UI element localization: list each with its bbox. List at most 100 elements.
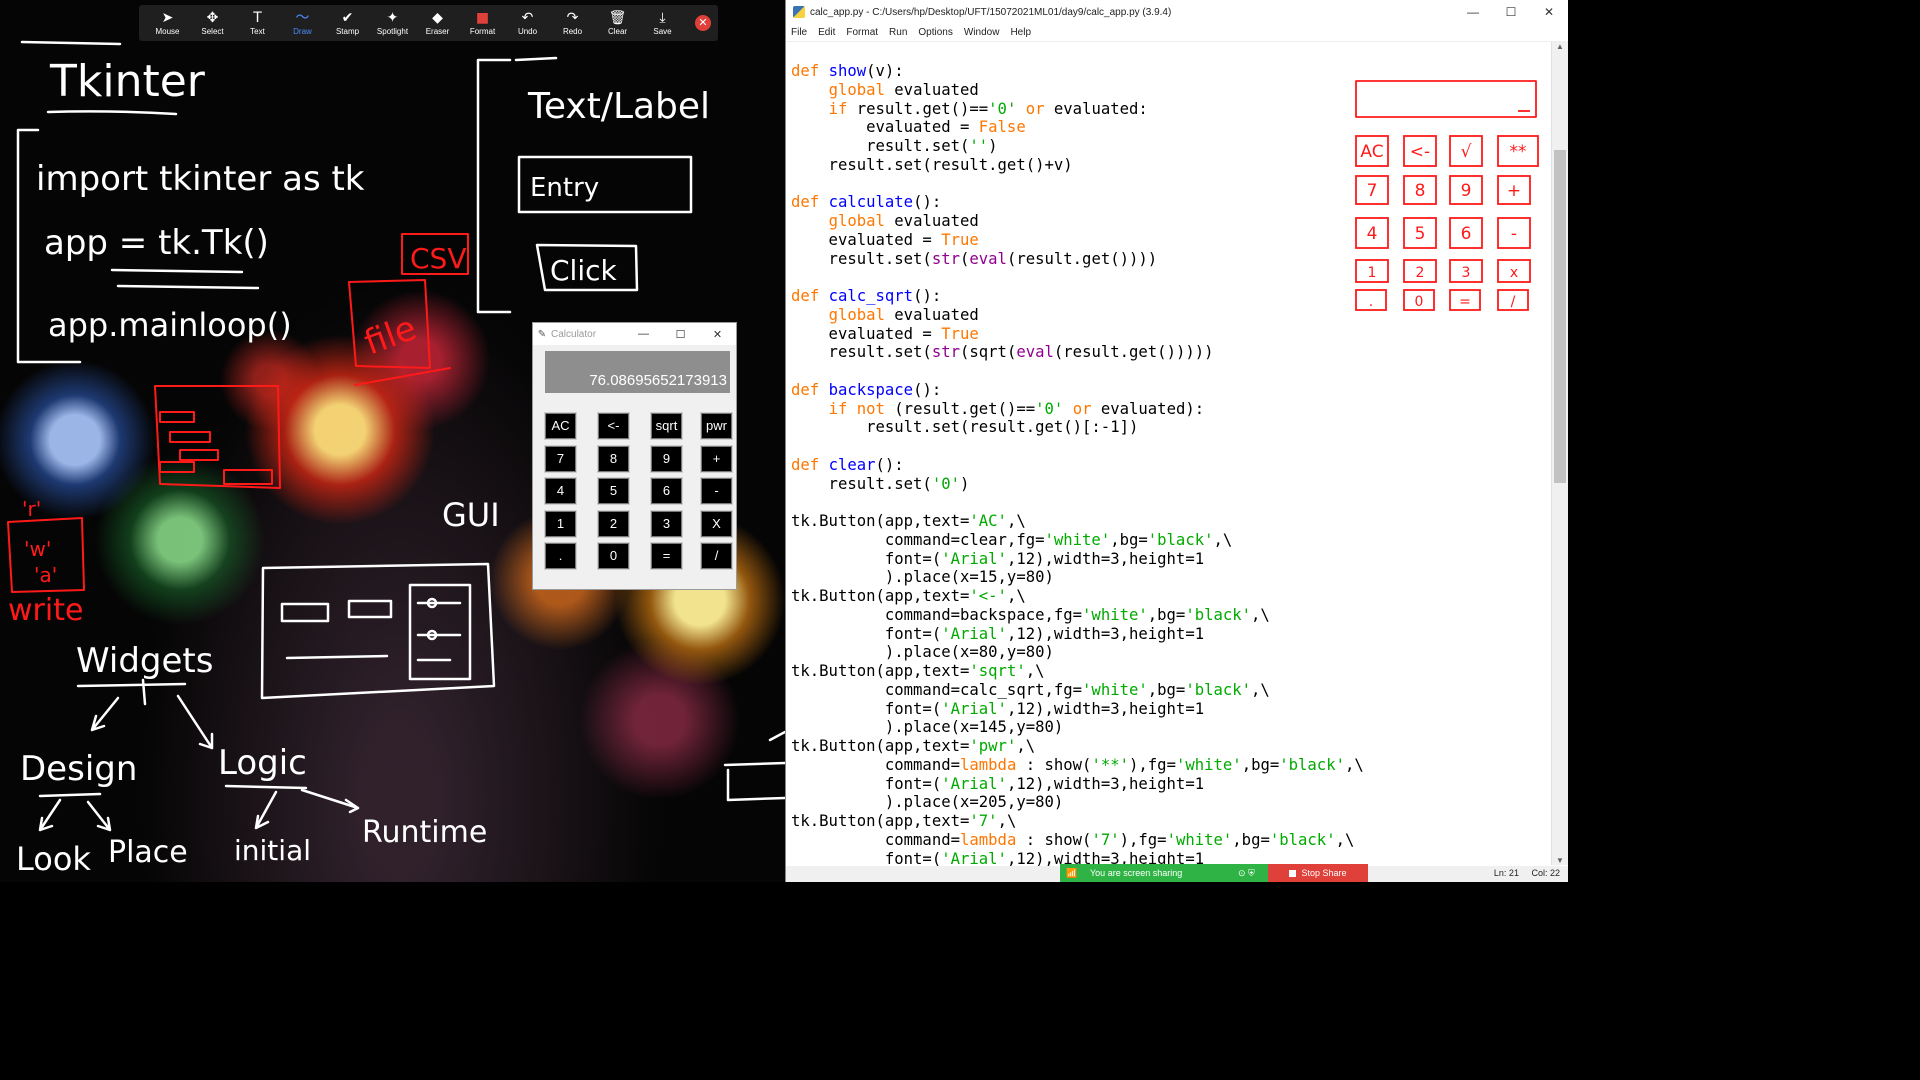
scroll-up-icon[interactable]: ▲ <box>1552 42 1568 51</box>
code-token: def <box>791 287 829 305</box>
calc-key-2-0[interactable]: 4 <box>544 477 577 506</box>
stop-share-button[interactable]: Stop Share <box>1268 864 1368 882</box>
calc-key-1-0[interactable]: 7 <box>544 444 577 473</box>
code-token: 'black' <box>1147 530 1214 549</box>
calc-key-4-1[interactable]: 0 <box>597 542 630 571</box>
code-token: ,bg= <box>1110 530 1148 549</box>
sketch-key-label: √ <box>1461 142 1472 162</box>
sharing-indicator[interactable]: 📶 You are screen sharing ⊙ ⛨ <box>1060 864 1268 882</box>
code-token: command= <box>791 755 960 774</box>
calc-key-0-1[interactable]: <- <box>597 412 630 440</box>
idle-titlebar[interactable]: calc_app.py - C:/Users/hp/Desktop/UFT/15… <box>786 0 1568 24</box>
calc-key-0-3[interactable]: pwr <box>700 412 733 440</box>
calculator-window[interactable]: ✎ Calculator — ☐ ✕ 76.08695652173913 AC <… <box>532 322 737 590</box>
close-button[interactable]: ✕ <box>699 328 736 341</box>
look-note: Look <box>16 840 91 878</box>
vertical-scrollbar[interactable]: ▲ ▼ <box>1551 42 1568 865</box>
code-token: : show( <box>1016 830 1092 849</box>
calc-key-3-2[interactable]: 3 <box>650 509 683 538</box>
toolbar-draw-button[interactable]: 〜 Draw <box>280 5 325 41</box>
menu-options[interactable]: Options <box>918 24 952 41</box>
text-label-note: Text/Label <box>527 86 710 127</box>
toolbar-label: Mouse <box>155 27 180 36</box>
text-icon: T <box>253 10 262 26</box>
code-token: result.set( <box>791 343 932 362</box>
save-icon: ⤓ <box>659 10 666 26</box>
toolbar-eraser-button[interactable]: ◆ Eraser <box>415 5 460 41</box>
maximize-button[interactable]: ☐ <box>662 328 699 341</box>
code-token: font=( <box>791 549 942 568</box>
code-token: calc_sqrt <box>828 287 914 305</box>
menu-file[interactable]: File <box>791 24 807 41</box>
code-line: tk.Button(app,text='7',\ <box>791 812 1551 831</box>
sketch-key-label: 0 <box>1415 294 1424 310</box>
spotlight-icon: ✦ <box>386 10 399 26</box>
scrollbar-thumb[interactable] <box>1554 150 1566 483</box>
code-token: str <box>931 343 960 362</box>
calc-key-4-2[interactable]: = <box>650 542 683 571</box>
sketch-key-label: x <box>1510 265 1518 281</box>
toolbar-format-button[interactable]: ■ Format <box>460 5 505 41</box>
toolbar-mouse-button[interactable]: ➤ Mouse <box>145 5 190 41</box>
undo-icon: ↶ <box>521 10 534 26</box>
calc-key-0-0[interactable]: AC <box>544 412 577 440</box>
code-token: ,\ <box>1251 605 1270 624</box>
toolbar-select-button[interactable]: ✥ Select <box>190 5 235 41</box>
calc-key-2-3[interactable]: - <box>700 477 733 506</box>
toolbar-stamp-button[interactable]: ✔ Stamp <box>325 5 370 41</box>
entry-note: Entry <box>530 173 599 203</box>
calc-key-1-1[interactable]: 8 <box>597 444 630 473</box>
menu-run[interactable]: Run <box>889 24 907 41</box>
close-toolbar-icon[interactable]: ✕ <box>695 15 711 31</box>
code-line: def backspace(): <box>791 381 1551 400</box>
code-token: ).place(x=80,y=80) <box>791 643 1054 662</box>
calc-key-3-0[interactable]: 1 <box>544 509 577 538</box>
code-token: tk.Button(app,text= <box>791 662 970 680</box>
stop-icon <box>1289 869 1297 877</box>
calc-key-3-1[interactable]: 2 <box>597 509 630 538</box>
code-token: ),fg= <box>1129 755 1176 774</box>
menu-edit[interactable]: Edit <box>818 24 835 41</box>
toolbar-text-button[interactable]: T Text <box>235 5 280 41</box>
toolbar-redo-button[interactable]: ↷ Redo <box>550 5 595 41</box>
code-token: (): <box>913 287 942 305</box>
minimize-button[interactable]: — <box>625 328 662 340</box>
sketch-key-label: 3 <box>1462 265 1471 281</box>
code-token: '7' <box>1091 830 1120 849</box>
stop-share-label: Stop Share <box>1301 868 1347 878</box>
calculator-titlebar[interactable]: ✎ Calculator — ☐ ✕ <box>533 323 736 345</box>
calculator-display: 76.08695652173913 <box>545 351 730 393</box>
code-token: result.set( <box>791 249 932 268</box>
code-token: ,\ <box>1213 530 1233 549</box>
calc-key-1-2[interactable]: 9 <box>650 444 683 473</box>
idle-minimize-button[interactable]: — <box>1454 5 1492 19</box>
code-token: 'black' <box>1185 605 1252 624</box>
idle-editor-window[interactable]: calc_app.py - C:/Users/hp/Desktop/UFT/15… <box>785 0 1568 882</box>
calc-key-4-0[interactable]: . <box>544 542 577 571</box>
toolbar-save-button[interactable]: ⤓ Save <box>640 5 685 41</box>
calc-key-2-1[interactable]: 5 <box>597 477 630 506</box>
menu-window[interactable]: Window <box>964 24 1000 41</box>
sketch-key-label: 7 <box>1367 181 1378 201</box>
calc-key-3-3[interactable]: X <box>700 509 733 538</box>
idle-close-button[interactable]: ✕ <box>1530 5 1568 19</box>
calc-key-4-3[interactable]: / <box>700 542 733 571</box>
whiteboard-canvas[interactable]: Tkinter import tkinter as tk app = tk.Tk… <box>0 0 785 882</box>
code-token: evaluated: <box>1044 99 1148 118</box>
calc-key-2-2[interactable]: 6 <box>650 477 683 506</box>
menu-format[interactable]: Format <box>846 24 878 41</box>
toolbar-undo-button[interactable]: ↶ Undo <box>505 5 550 41</box>
scroll-down-icon[interactable]: ▼ <box>1552 856 1568 865</box>
code-token: 'black' <box>1185 680 1252 699</box>
toolbar-clear-button[interactable]: 🗑 Clear <box>595 5 640 41</box>
menu-help[interactable]: Help <box>1010 24 1031 41</box>
toolbar-spotlight-button[interactable]: ✦ Spotlight <box>370 5 415 41</box>
calc-key-0-2[interactable]: sqrt <box>650 412 683 440</box>
code-token: 'Arial' <box>941 849 1007 867</box>
code-token: global <box>828 212 885 230</box>
code-token: evaluated <box>884 305 979 324</box>
calc-key-1-3[interactable]: + <box>700 444 733 473</box>
code-token: or <box>1025 99 1045 118</box>
code-line: tk.Button(app,text='sqrt',\ <box>791 662 1551 681</box>
idle-maximize-button[interactable]: ☐ <box>1492 5 1530 19</box>
